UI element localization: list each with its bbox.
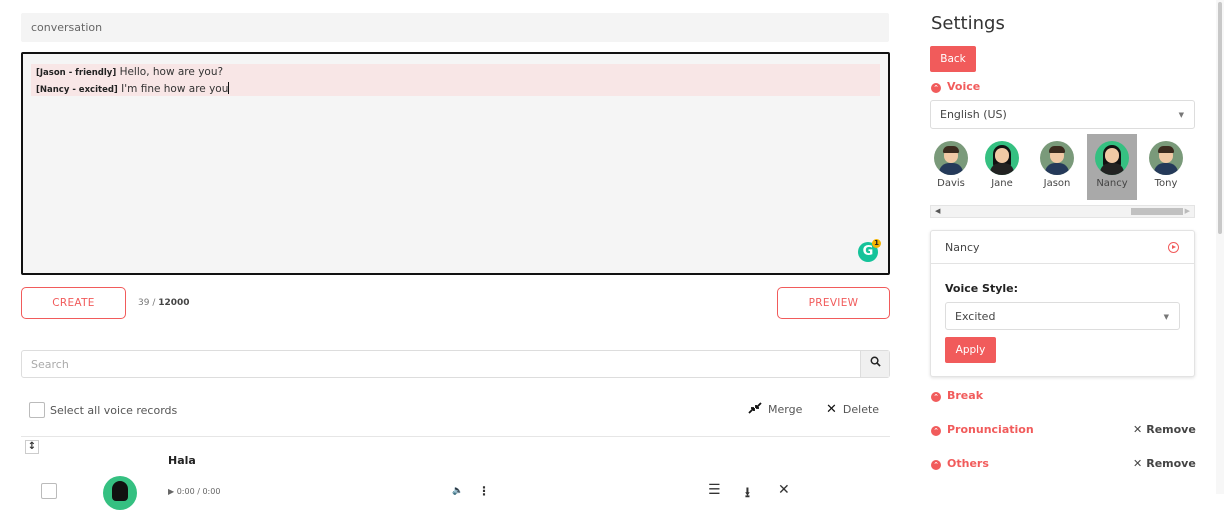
search-input[interactable] — [22, 351, 860, 377]
voice-avatar-jason[interactable]: Jason — [1032, 134, 1082, 200]
preview-button[interactable]: PREVIEW — [777, 287, 890, 319]
delete-label: Delete — [842, 403, 880, 416]
chevron-up-icon: ⌃ — [931, 392, 941, 402]
speaker-tag: [Nancy - excited] — [36, 85, 118, 95]
grammarly-icon[interactable]: G 1 — [858, 239, 881, 262]
avatar — [1040, 141, 1074, 175]
voice-avatar-nancy[interactable]: Nancy — [1087, 134, 1137, 200]
avatar — [1095, 141, 1129, 175]
voice-card-header: Nancy — [931, 231, 1194, 264]
merge-icon — [748, 402, 762, 414]
voice-avatar-tony[interactable]: Tony — [1141, 134, 1191, 200]
voice-name: Tony — [1154, 178, 1178, 189]
voice-avatar-davis[interactable]: Davis — [926, 134, 976, 200]
speaker-tag: [Jason - friendly] — [36, 68, 117, 78]
merge-button[interactable]: Merge — [748, 402, 802, 416]
voice-section-label: Voice — [947, 80, 981, 93]
select-all-label: Select all voice records — [50, 404, 178, 417]
apply-button[interactable]: Apply — [945, 337, 996, 363]
avatar — [1149, 141, 1183, 175]
record-player[interactable]: ▶ 0:00 / 0:00 — [168, 487, 220, 496]
remove-others-button[interactable]: ✕ Remove — [1133, 457, 1196, 470]
char-count: 39 — [138, 298, 150, 308]
script-editor[interactable]: [Jason - friendly] Hello, how are you? [… — [21, 52, 890, 275]
line-text: I'm fine how are you — [121, 83, 229, 95]
record-title: Hala — [168, 454, 196, 467]
remove-label: Remove — [1146, 423, 1196, 436]
chevron-down-icon: ▼ — [1178, 111, 1184, 119]
volume-icon[interactable]: 🔈 — [452, 486, 463, 496]
more-options-icon[interactable]: ⋮ — [478, 484, 490, 498]
sort-icon[interactable]: ↕ — [25, 440, 39, 454]
chevron-up-icon: ⌃ — [931, 460, 941, 470]
search-bar — [21, 350, 890, 378]
conversation-title-field[interactable]: conversation — [21, 13, 889, 42]
settings-title: Settings — [931, 13, 1005, 34]
list-divider — [21, 436, 890, 437]
back-button[interactable]: Back — [930, 46, 976, 72]
voice-name: Jane — [991, 178, 1013, 189]
grammarly-badge: 1 — [872, 239, 881, 248]
avatar — [985, 141, 1019, 175]
close-icon: ✕ — [1133, 423, 1143, 436]
record-time: 0:00 / 0:00 — [176, 487, 221, 496]
scroll-right-icon[interactable]: ▶ — [1185, 207, 1190, 215]
page-scrollbar[interactable] — [1216, 0, 1224, 494]
break-section-toggle[interactable]: ⌃ Break — [931, 389, 983, 402]
record-checkbox[interactable] — [41, 483, 57, 499]
scrollbar-thumb[interactable] — [1218, 2, 1222, 234]
selected-voice-name: Nancy — [945, 241, 980, 254]
chevron-down-icon: ▼ — [1163, 313, 1169, 321]
voice-avatar-jane[interactable]: Jane — [977, 134, 1027, 200]
editor-line-2: [Nancy - excited] I'm fine how are you — [36, 82, 230, 95]
voice-name: Jason — [1043, 178, 1071, 189]
pronunciation-section-label: Pronunciation — [947, 423, 1034, 436]
close-icon: ✕ — [826, 402, 837, 417]
edit-lines-icon[interactable]: ☰ — [708, 482, 721, 498]
scroll-left-icon[interactable]: ◀ — [935, 207, 940, 215]
language-value: English (US) — [940, 108, 1007, 121]
remove-label: Remove — [1146, 457, 1196, 470]
voice-detail-card: Nancy Voice Style: Excited ▼ Apply — [930, 230, 1195, 377]
remove-pronunciation-button[interactable]: ✕ Remove — [1133, 423, 1196, 436]
break-section-label: Break — [947, 389, 984, 402]
char-separator: / — [149, 298, 159, 308]
editor-line-1: [Jason - friendly] Hello, how are you? — [36, 66, 223, 78]
search-icon[interactable] — [860, 351, 889, 377]
avatar — [934, 141, 968, 175]
grammarly-glyph: G — [862, 244, 874, 259]
char-limit: 12000 — [158, 298, 190, 308]
create-button[interactable]: CREATE — [21, 287, 126, 319]
delete-button[interactable]: ✕ Delete — [826, 402, 879, 417]
language-select[interactable]: English (US) ▼ — [930, 100, 1195, 129]
voice-name: Davis — [937, 178, 965, 189]
line-text: Hello, how are you? — [119, 66, 224, 78]
voice-name: Nancy — [1096, 178, 1128, 189]
close-icon: ✕ — [1133, 457, 1143, 470]
others-section-toggle[interactable]: ⌃ Others — [931, 457, 989, 470]
chevron-up-icon: ⌃ — [931, 426, 941, 436]
remove-record-icon[interactable]: ✕ — [778, 482, 790, 498]
avatar — [103, 476, 137, 510]
voice-section-toggle[interactable]: ⌃ Voice — [931, 80, 980, 93]
text-caret — [228, 82, 230, 94]
avatar-scrollbar[interactable]: ◀ ▶ — [930, 205, 1195, 218]
pronunciation-section-toggle[interactable]: ⌃ Pronunciation — [931, 423, 1034, 436]
voice-style-value: Excited — [955, 310, 996, 323]
chevron-up-icon: ⌃ — [931, 83, 941, 93]
merge-label: Merge — [768, 403, 803, 416]
download-icon[interactable]: ⭳ — [745, 482, 750, 506]
character-counter: 39 / 12000 — [138, 298, 190, 308]
voice-style-label: Voice Style: — [945, 282, 1019, 295]
scrollbar-thumb[interactable] — [1131, 208, 1183, 215]
play-icon[interactable] — [1168, 242, 1179, 253]
others-section-label: Others — [947, 457, 989, 470]
voice-style-select[interactable]: Excited ▼ — [945, 302, 1180, 330]
select-all-checkbox[interactable] — [29, 402, 45, 418]
